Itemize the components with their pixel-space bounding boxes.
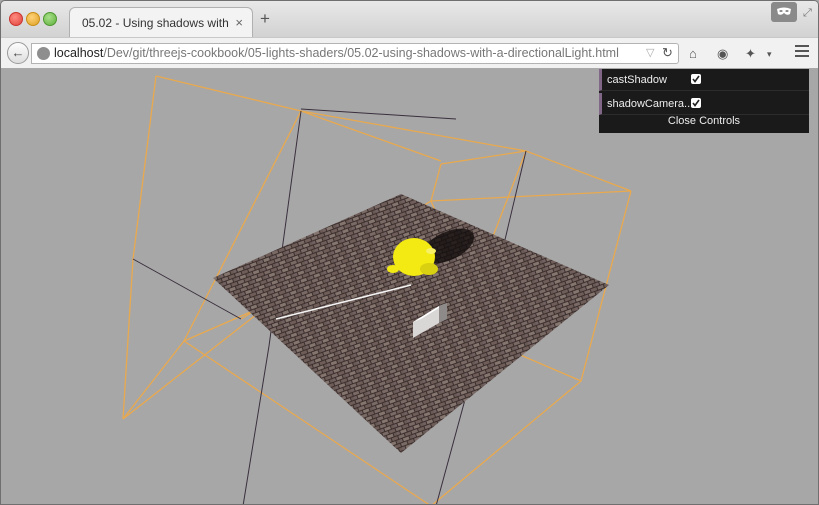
tools-icon[interactable]: ✦ xyxy=(745,46,756,62)
tools-dropdown-icon[interactable]: ▾ xyxy=(767,49,772,60)
nav-toolbar: ← localhost/Dev/git/threejs-cookbook/05-… xyxy=(1,37,818,69)
cast-shadow-checkbox[interactable] xyxy=(691,74,701,84)
close-controls-button[interactable]: Close Controls xyxy=(599,115,809,127)
shadow-camera-row[interactable]: shadowCamera... xyxy=(599,93,809,115)
url-host: localhost xyxy=(54,46,104,60)
shadow-camera-checkbox[interactable] xyxy=(691,98,701,108)
menu-icon[interactable] xyxy=(795,45,809,57)
shadow-camera-label: shadowCamera... xyxy=(607,98,694,110)
scene-render xyxy=(122,75,632,504)
dat-gui-panel: castShadow shadowCamera... Close Control… xyxy=(599,69,809,133)
tab-title: 05.02 - Using shadows with a... xyxy=(82,16,232,30)
pocket-icon[interactable]: ◉ xyxy=(717,46,728,62)
browser-window: 05.02 - Using shadows with a... × + ⤢ ← … xyxy=(0,0,819,505)
title-bar: 05.02 - Using shadows with a... × + ⤢ xyxy=(1,1,818,37)
url-path: /Dev/git/threejs-cookbook/05-lights-shad… xyxy=(103,46,619,60)
url-text[interactable]: localhost/Dev/git/threejs-cookbook/05-li… xyxy=(54,46,619,60)
globe-icon xyxy=(37,47,50,60)
cast-shadow-label: castShadow xyxy=(607,74,667,86)
reload-icon[interactable]: ↻ xyxy=(662,45,673,61)
tab-close-icon[interactable]: × xyxy=(235,15,243,30)
fullscreen-icon[interactable]: ⤢ xyxy=(803,7,812,20)
cast-shadow-row[interactable]: castShadow xyxy=(599,69,809,91)
webgl-canvas[interactable] xyxy=(1,69,818,504)
minimize-window-button[interactable] xyxy=(26,12,40,26)
new-tab-button[interactable]: + xyxy=(260,10,270,27)
maximize-window-button[interactable] xyxy=(43,12,57,26)
bookmark-star-icon[interactable]: ▽ xyxy=(646,46,654,59)
brick-floor xyxy=(213,194,609,453)
private-mask-icon[interactable] xyxy=(771,2,797,22)
url-bar[interactable]: localhost/Dev/git/threejs-cookbook/05-li… xyxy=(31,43,679,64)
home-icon[interactable]: ⌂ xyxy=(689,46,697,61)
close-window-button[interactable] xyxy=(9,12,23,26)
back-arrow-icon[interactable]: ← xyxy=(7,42,29,64)
check-icon xyxy=(692,75,700,83)
check-icon xyxy=(692,99,700,107)
browser-tab[interactable]: 05.02 - Using shadows with a... × xyxy=(69,7,253,37)
